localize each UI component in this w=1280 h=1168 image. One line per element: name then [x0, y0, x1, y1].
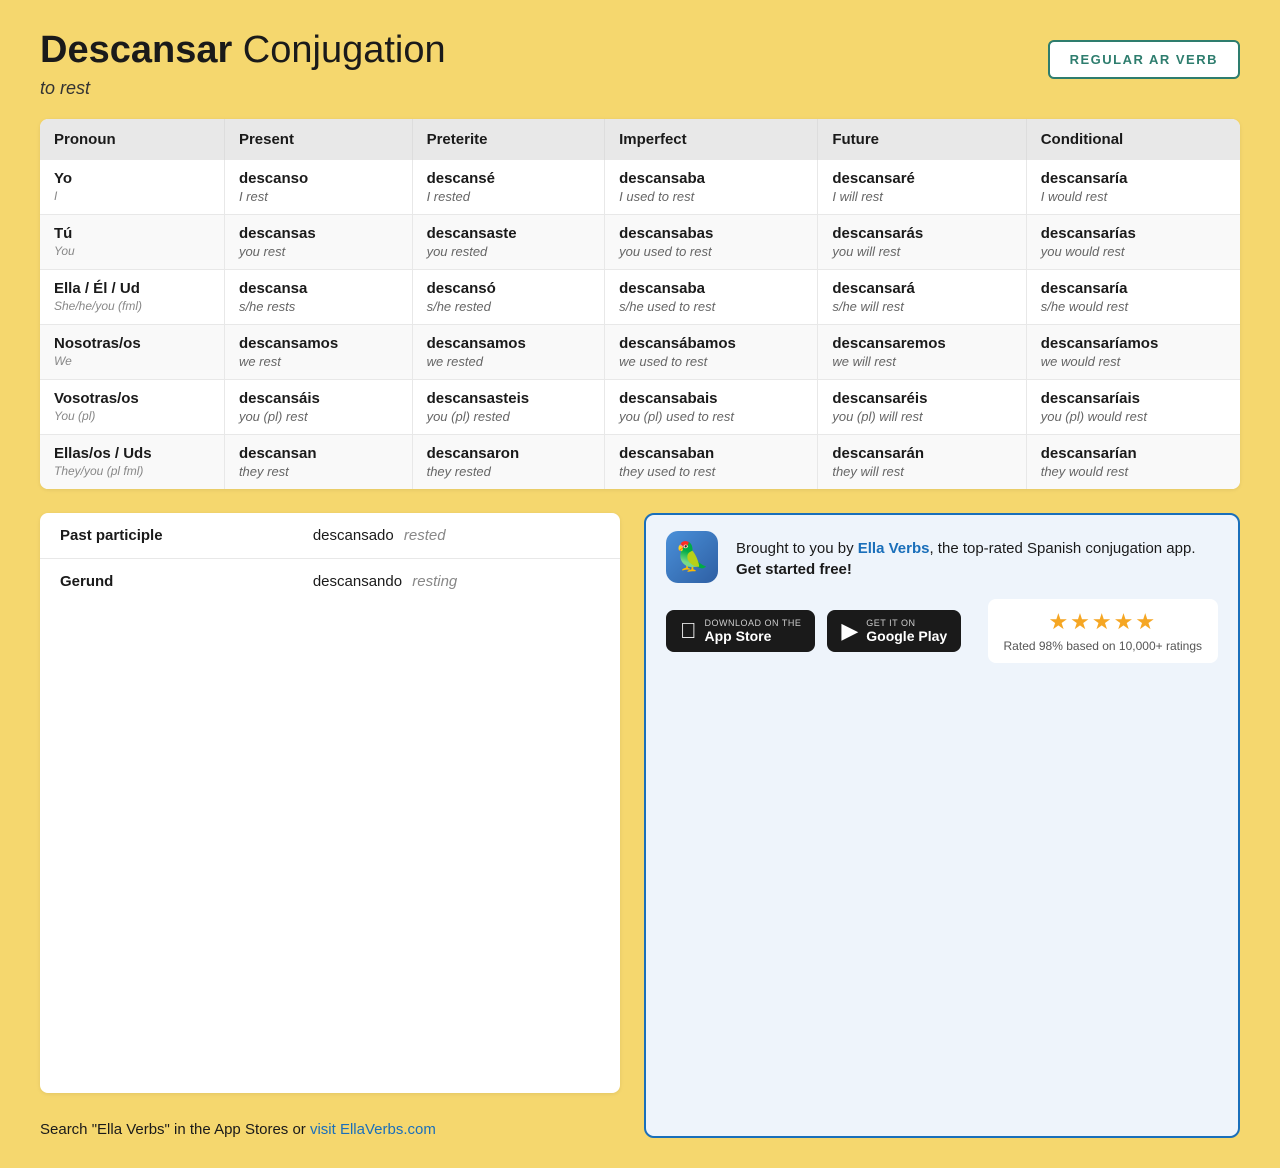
past-participle-label: Past participle: [40, 513, 293, 559]
app-store-label-bottom: App Store: [705, 628, 802, 644]
conjugation-cell: descansaréisyou (pl) will rest: [818, 379, 1026, 434]
google-play-icon: ▶: [841, 618, 858, 644]
verb-translation: to rest: [40, 78, 446, 99]
table-row: Ella / Él / UdShe/he/you (fml)descansas/…: [40, 269, 1240, 324]
promo-buttons:  Download on the App Store ▶ GET IT ON …: [666, 599, 1218, 663]
col-imperfect: Imperfect: [605, 119, 818, 160]
promo-text: Brought to you by Ella Verbs, the top-ra…: [736, 538, 1218, 580]
table-header-row: Pronoun Present Preterite Imperfect Futu…: [40, 119, 1240, 160]
pronoun-cell: Nosotras/osWe: [40, 324, 224, 379]
conjugation-cell: descansaremoswe will rest: [818, 324, 1026, 379]
conjugation-cell: descansarías/he would rest: [1026, 269, 1240, 324]
table-row: Vosotras/osYou (pl)descansáisyou (pl) re…: [40, 379, 1240, 434]
rating-text: Rated 98% based on 10,000+ ratings: [1004, 639, 1202, 653]
conjugation-cell: descansas/he rests: [224, 269, 412, 324]
rating-box: ★★★★★ Rated 98% based on 10,000+ ratings: [988, 599, 1218, 663]
conjugation-cell: descansaríaI would rest: [1026, 160, 1240, 215]
table-row: Nosotras/osWedescansamoswe restdescansam…: [40, 324, 1240, 379]
conjugation-cell: descansasteyou rested: [412, 214, 605, 269]
conjugation-cell: descansabasyou used to rest: [605, 214, 818, 269]
google-play-label-bottom: Google Play: [866, 628, 947, 644]
app-store-text: Download on the App Store: [705, 618, 802, 644]
conjugation-cell: descansabanthey used to rest: [605, 434, 818, 489]
conjugation-cell: descansarásyou will rest: [818, 214, 1026, 269]
pronoun-cell: TúYou: [40, 214, 224, 269]
promo-top: 🦜 Brought to you by Ella Verbs, the top-…: [666, 531, 1218, 587]
conjugation-cell: descansaríamoswe would rest: [1026, 324, 1240, 379]
conjugation-cell: descansabaisyou (pl) used to rest: [605, 379, 818, 434]
star-rating: ★★★★★: [1048, 609, 1157, 635]
pronoun-cell: YoI: [40, 160, 224, 215]
promo-box: 🦜 Brought to you by Ella Verbs, the top-…: [644, 513, 1240, 1138]
gerund-label: Gerund: [40, 558, 293, 604]
apple-icon: : [680, 618, 697, 644]
conjugation-cell: descansamoswe rest: [224, 324, 412, 379]
conjugation-cell: descansaríasyou would rest: [1026, 214, 1240, 269]
ella-verbs-logo: 🦜: [666, 531, 722, 587]
col-future: Future: [818, 119, 1026, 160]
past-participle-value: descansado rested: [293, 513, 620, 559]
verb-type-badge[interactable]: REGULAR AR VERB: [1048, 40, 1240, 79]
conjugation-cell: descansabaI used to rest: [605, 160, 818, 215]
conjugation-cell: descansasteisyou (pl) rested: [412, 379, 605, 434]
col-present: Present: [224, 119, 412, 160]
conjugation-cell: descansasyou rest: [224, 214, 412, 269]
conjugation-cell: descansaréI will rest: [818, 160, 1026, 215]
page-title-rest: Conjugation: [232, 29, 445, 71]
app-store-button[interactable]:  Download on the App Store: [666, 610, 815, 652]
ella-verbs-link[interactable]: visit EllaVerbs.com: [310, 1121, 436, 1138]
gerund-value: descansando resting: [293, 558, 620, 604]
google-play-text: GET IT ON Google Play: [866, 618, 947, 644]
pronoun-cell: Ellas/os / UdsThey/you (pl fml): [40, 434, 224, 489]
col-conditional: Conditional: [1026, 119, 1240, 160]
extras-table: Past participle descansado rested Gerund…: [40, 513, 620, 1093]
gerund-row: Gerund descansando resting: [40, 558, 620, 604]
pronoun-cell: Ella / Él / UdShe/he/you (fml): [40, 269, 224, 324]
table-row: Ellas/os / UdsThey/you (pl fml)descansan…: [40, 434, 1240, 489]
conjugation-cell: descansoI rest: [224, 160, 412, 215]
bottom-section: Past participle descansado rested Gerund…: [40, 513, 1240, 1138]
google-play-label-top: GET IT ON: [866, 618, 947, 628]
conjugation-cell: descansós/he rested: [412, 269, 605, 324]
pronoun-cell: Vosotras/osYou (pl): [40, 379, 224, 434]
google-play-button[interactable]: ▶ GET IT ON Google Play: [827, 610, 961, 652]
conjugation-cell: descansarás/he will rest: [818, 269, 1026, 324]
col-pronoun: Pronoun: [40, 119, 224, 160]
conjugation-cell: descansabas/he used to rest: [605, 269, 818, 324]
conjugation-cell: descanséI rested: [412, 160, 605, 215]
bottom-search-text: Search "Ella Verbs" in the App Stores or…: [40, 1121, 620, 1138]
ella-verbs-brand-link[interactable]: Ella Verbs: [858, 540, 930, 557]
extras-section: Past participle descansado rested Gerund…: [40, 513, 620, 1138]
conjugation-cell: descansaronthey rested: [412, 434, 605, 489]
header: Descansar Conjugation to rest REGULAR AR…: [40, 30, 1240, 99]
app-store-label-top: Download on the: [705, 618, 802, 628]
page-title: Descansar Conjugation: [40, 30, 446, 72]
conjugation-cell: descansaríanthey would rest: [1026, 434, 1240, 489]
conjugation-table: Pronoun Present Preterite Imperfect Futu…: [40, 119, 1240, 489]
page-container: Descansar Conjugation to rest REGULAR AR…: [40, 30, 1240, 1138]
title-block: Descansar Conjugation to rest: [40, 30, 446, 99]
table-row: TúYoudescansasyou restdescansasteyou res…: [40, 214, 1240, 269]
conjugation-cell: descansamoswe rested: [412, 324, 605, 379]
col-preterite: Preterite: [412, 119, 605, 160]
conjugation-cell: descansáisyou (pl) rest: [224, 379, 412, 434]
conjugation-cell: descansábamoswe used to rest: [605, 324, 818, 379]
verb-name: Descansar: [40, 29, 232, 71]
conjugation-cell: descansaríaisyou (pl) would rest: [1026, 379, 1240, 434]
conjugation-cell: descansanthey rest: [224, 434, 412, 489]
conjugation-cell: descansaránthey will rest: [818, 434, 1026, 489]
table-row: YoIdescansoI restdescanséI resteddescans…: [40, 160, 1240, 215]
past-participle-row: Past participle descansado rested: [40, 513, 620, 559]
